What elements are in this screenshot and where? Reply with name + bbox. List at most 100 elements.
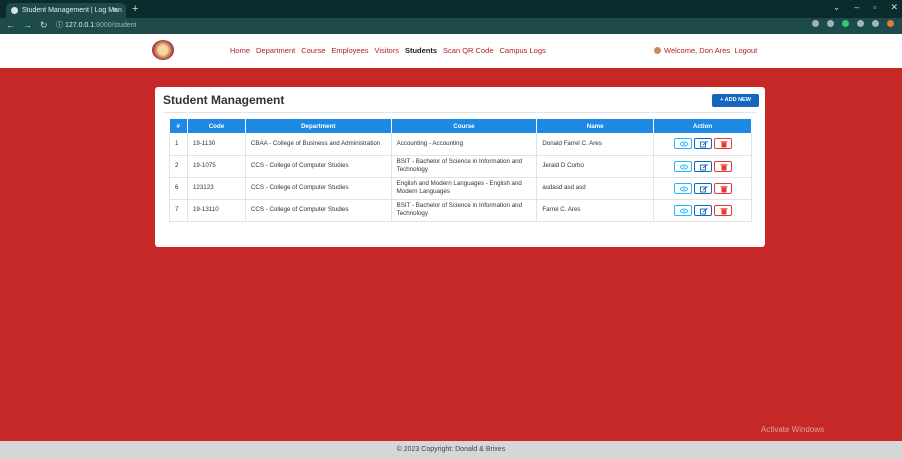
row-course: BSIT - Bachelor of Science in Informatio… xyxy=(391,155,538,178)
edit-button[interactable] xyxy=(693,138,712,150)
delete-button[interactable] xyxy=(713,160,732,172)
main-menu: Home Department Course Employees Visitor… xyxy=(230,46,546,55)
col-department: Department xyxy=(245,119,392,133)
row-number: 6 xyxy=(169,177,188,200)
nav-home[interactable]: Home xyxy=(230,46,250,55)
row-code: 19-1130 xyxy=(187,133,246,156)
nav-course[interactable]: Course xyxy=(301,46,325,55)
nav-scan-qr[interactable]: Scan QR Code xyxy=(443,46,493,55)
nav-department[interactable]: Department xyxy=(256,46,295,55)
site-favicon-icon xyxy=(11,7,18,14)
trash-icon xyxy=(720,141,728,148)
extension-icon[interactable] xyxy=(842,20,849,27)
row-number: 7 xyxy=(169,199,188,222)
row-name: Farrel C. Ares xyxy=(536,199,655,222)
nav-employees[interactable]: Employees xyxy=(331,46,368,55)
user-area: Welcome, Don Ares Logout xyxy=(654,46,757,55)
bookmark-icon[interactable] xyxy=(827,20,834,27)
col-number: # xyxy=(169,119,188,133)
row-number: 1 xyxy=(169,133,188,156)
logout-link[interactable]: Logout xyxy=(734,46,757,55)
eye-icon xyxy=(679,186,688,191)
tab-title: Student Management | Log Man xyxy=(22,7,122,14)
row-department: CBAA - College of Business and Administr… xyxy=(245,133,392,156)
nav-campus-logs[interactable]: Campus Logs xyxy=(500,46,546,55)
app-navbar: Home Department Course Employees Visitor… xyxy=(0,34,902,68)
row-name: asdasd asd asd xyxy=(536,177,655,200)
nav-students[interactable]: Students xyxy=(405,46,437,55)
row-actions xyxy=(653,199,752,222)
delete-button[interactable] xyxy=(713,138,732,150)
info-icon: ⓘ xyxy=(56,22,65,29)
avatar-icon xyxy=(654,47,661,54)
browser-tab-bar: Student Management | Log Man × + ⌄ – ▫ ✕ xyxy=(0,0,902,18)
edit-button[interactable] xyxy=(693,160,712,172)
col-code: Code xyxy=(187,119,246,133)
row-actions xyxy=(653,155,752,178)
nav-visitors[interactable]: Visitors xyxy=(375,46,399,55)
tab-close-icon[interactable]: × xyxy=(113,3,117,18)
row-name: Donald Farrel C. Ares xyxy=(536,133,655,156)
eye-icon xyxy=(679,164,688,169)
browser-nav-icons: ← → ↻ xyxy=(6,20,48,31)
edit-button[interactable] xyxy=(693,182,712,194)
school-logo-text xyxy=(178,46,218,54)
trash-icon xyxy=(720,163,728,170)
footer: © 2023 Copyright: Donald & Brixes xyxy=(0,441,902,459)
sidebar-icon[interactable] xyxy=(872,20,879,27)
puzzle-icon[interactable] xyxy=(857,20,864,27)
edit-icon xyxy=(699,163,708,170)
col-name: Name xyxy=(536,119,655,133)
chevron-down-icon[interactable]: ⌄ xyxy=(833,2,841,13)
edit-icon xyxy=(699,141,708,148)
close-window-icon[interactable]: ✕ xyxy=(890,2,898,13)
profile-icon[interactable] xyxy=(887,20,894,27)
url-path: :8000/student xyxy=(94,22,137,29)
trash-icon xyxy=(720,185,728,192)
row-code: 19-1075 xyxy=(187,155,246,178)
row-department: CCS - College of Computer Studies xyxy=(245,199,392,222)
reload-icon[interactable]: ↻ xyxy=(40,20,48,31)
delete-button[interactable] xyxy=(713,204,732,216)
page-title: Student Management xyxy=(163,93,285,107)
minimize-icon[interactable]: – xyxy=(854,2,859,13)
extension-icons xyxy=(812,20,894,27)
row-department: CCS - College of Computer Studies xyxy=(245,177,392,200)
window-controls: ⌄ – ▫ ✕ xyxy=(833,2,898,13)
delete-button[interactable] xyxy=(713,182,732,194)
view-button[interactable] xyxy=(673,204,692,216)
view-button[interactable] xyxy=(673,138,692,150)
table-header-row: # Code Department Course Name Action xyxy=(169,119,752,133)
row-course: English and Modern Languages - English a… xyxy=(391,177,538,200)
edit-icon xyxy=(699,185,708,192)
edit-icon xyxy=(699,207,708,214)
row-code: 19-13110 xyxy=(187,199,246,222)
col-action: Action xyxy=(653,119,752,133)
new-tab-icon[interactable]: + xyxy=(132,2,138,16)
divider xyxy=(163,112,757,113)
view-button[interactable] xyxy=(673,160,692,172)
col-course: Course xyxy=(391,119,538,133)
browser-tab[interactable]: Student Management | Log Man xyxy=(6,3,126,18)
forward-icon[interactable]: → xyxy=(23,20,32,31)
eye-icon xyxy=(679,208,688,213)
edit-button[interactable] xyxy=(693,204,712,216)
view-button[interactable] xyxy=(673,182,692,194)
row-actions xyxy=(653,177,752,200)
school-logo-icon[interactable] xyxy=(152,40,174,60)
add-new-button[interactable]: + ADD NEW xyxy=(712,94,759,107)
back-icon[interactable]: ← xyxy=(6,20,15,31)
row-course: Accounting - Accounting xyxy=(391,133,538,156)
maximize-icon[interactable]: ▫ xyxy=(873,2,876,13)
row-actions xyxy=(653,133,752,156)
table-row: 2 19-1075 CCS - College of Computer Studie… xyxy=(169,155,752,178)
row-number: 2 xyxy=(169,155,188,178)
student-management-card: Student Management + ADD NEW # Code Depa… xyxy=(155,87,765,247)
welcome-text: Welcome, Don Ares xyxy=(664,46,731,55)
address-bar-row: ← → ↻ ⓘ 127.0.0.1:8000/student xyxy=(0,18,902,34)
table-row: 6 123123 CCS - College of Computer Studies… xyxy=(169,177,752,200)
share-icon[interactable] xyxy=(812,20,819,27)
url-field[interactable]: ⓘ 127.0.0.1:8000/student xyxy=(56,20,416,32)
row-department: CCS - College of Computer Studies xyxy=(245,155,392,178)
row-name: Jerald D Corbo xyxy=(536,155,655,178)
